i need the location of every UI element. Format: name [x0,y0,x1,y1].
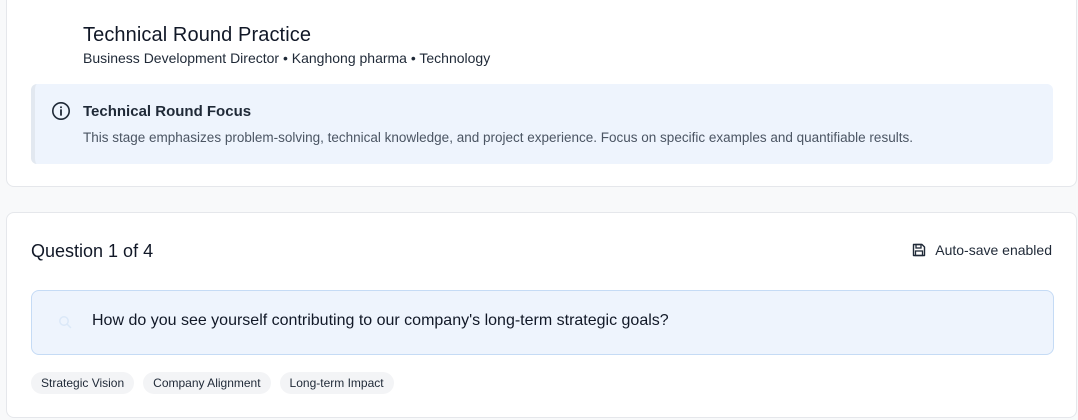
practice-header-card: Technical Round Practice Business Develo… [6,0,1077,187]
practice-subtitle: Business Development Director • Kanghong… [83,50,491,66]
question-counter: Question 1 of 4 [31,241,154,261]
autosave-label: Auto-save enabled [935,242,1052,258]
question-text: How do you see yourself contributing to … [92,312,669,329]
autosave-status: Auto-save enabled [911,242,1052,258]
question-tags: Strategic Vision Company Alignment Long-… [31,372,394,394]
page-title: Technical Round Practice [83,24,312,46]
search-icon [59,316,72,329]
info-icon [52,102,70,120]
save-icon [913,243,926,257]
tag: Long-term Impact [279,372,394,394]
tag: Strategic Vision [31,372,135,394]
focus-title: Technical Round Focus [83,103,252,120]
focus-description: This stage emphasizes problem-solving, t… [83,130,913,145]
focus-callout: Technical Round Focus This stage emphasi… [31,84,1053,164]
tag: Company Alignment [143,372,271,394]
question-card: Question 1 of 4 Auto-save enabled How do… [6,212,1077,418]
question-box: How do you see yourself contributing to … [31,290,1054,355]
